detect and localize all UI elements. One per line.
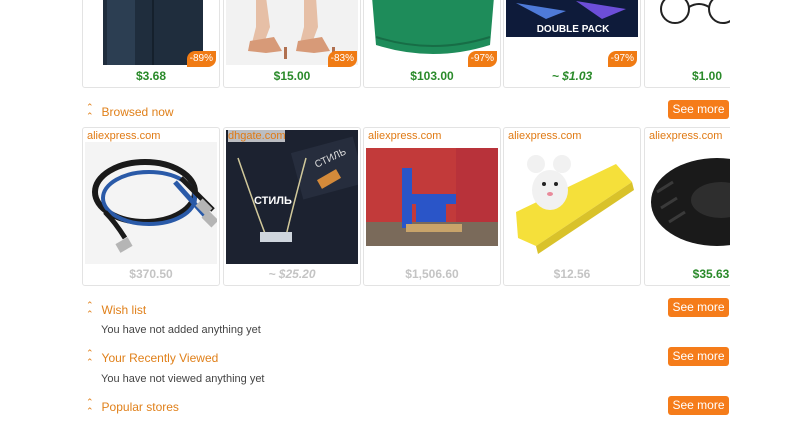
chevron-up-icon[interactable]: ⌃ ⌃ (86, 103, 94, 121)
discount-badge: -89% (186, 51, 216, 67)
product-image[interactable] (647, 142, 730, 264)
product-price: $3.68 (135, 69, 167, 83)
product-price: $35.63 (692, 267, 730, 281)
section-header-browsed: ⌃ ⌃ Browsed now (86, 103, 174, 121)
see-more-button[interactable]: See more (668, 396, 729, 415)
see-more-button[interactable]: See more (668, 298, 729, 317)
product-image[interactable] (366, 148, 498, 246)
product-price: $12.56 (553, 267, 591, 281)
product-image[interactable]: СТИЛЬ СТИЛЬ (226, 130, 358, 264)
product-image[interactable] (647, 0, 730, 37)
product-price: $15.00 (273, 69, 311, 83)
product-image[interactable]: DOUBLE PACK (506, 0, 638, 37)
source-site[interactable]: aliexpress.com (368, 130, 442, 142)
source-site[interactable]: aliexpress.com (87, 130, 161, 142)
see-more-button[interactable]: See more (668, 100, 729, 119)
product-card[interactable]: -97% $103.00 (363, 0, 501, 88)
product-image[interactable] (85, 142, 217, 264)
product-card[interactable]: dhgate.com СТИЛЬ СТИЛЬ ~ $25.20 (223, 127, 361, 286)
source-site[interactable]: aliexpress.com (649, 130, 723, 142)
product-image[interactable] (506, 142, 638, 264)
shirt-text: СТИЛЬ (254, 195, 292, 207)
product-price: $1.00 (691, 69, 723, 83)
product-card[interactable]: -83% $15.00 (223, 0, 361, 88)
product-price: ~ $1.03 (551, 69, 593, 83)
section-title: Your Recently Viewed (101, 351, 219, 365)
product-card[interactable]: aliexpress.com $1,506.60 (363, 127, 501, 286)
section-header-recent: ⌃ ⌃ Your Recently Viewed (86, 349, 218, 367)
product-card[interactable]: aliexpress.com $12.56 (503, 127, 641, 286)
product-price: $370.50 (129, 267, 173, 281)
section-header-wishlist: ⌃ ⌃ Wish list (86, 301, 146, 319)
empty-message: You have not viewed anything yet (101, 373, 265, 385)
discount-badge: -97% (467, 51, 497, 67)
product-card[interactable]: -89% $3.68 (82, 0, 220, 88)
section-title: Browsed now (101, 105, 174, 119)
discount-badge: -97% (607, 51, 637, 67)
product-card[interactable]: $1.00 (644, 0, 730, 88)
section-title: Popular stores (101, 400, 179, 414)
pack-banner-text: DOUBLE PACK (537, 24, 610, 35)
product-price: ~ $25.20 (268, 267, 316, 281)
empty-message: You have not added anything yet (101, 324, 261, 336)
product-price: $103.00 (410, 69, 454, 83)
see-more-button[interactable]: See more (668, 347, 729, 366)
source-site[interactable]: dhgate.com (228, 130, 286, 142)
section-header-stores: ⌃ ⌃ Popular stores (86, 398, 179, 416)
source-site[interactable]: aliexpress.com (508, 130, 582, 142)
chevron-up-icon[interactable]: ⌃ ⌃ (86, 349, 94, 367)
product-card[interactable]: DOUBLE PACK -97% ~ $1.03 (503, 0, 641, 88)
chevron-up-icon[interactable]: ⌃ ⌃ (86, 301, 94, 319)
product-card[interactable]: aliexpress.com $35.63 (644, 127, 730, 286)
section-title: Wish list (101, 303, 147, 317)
product-price: $1,506.60 (405, 267, 459, 281)
chevron-up-icon[interactable]: ⌃ ⌃ (86, 398, 94, 416)
discount-badge: -83% (327, 51, 357, 67)
product-card[interactable]: aliexpress.com $370.50 (82, 127, 220, 286)
